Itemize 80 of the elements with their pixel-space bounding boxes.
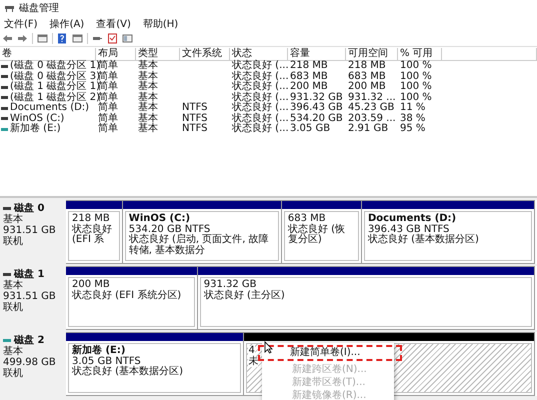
- table-cell-text: 基本: [137, 72, 159, 82]
- table-cell-text: 683 MB: [289, 72, 329, 82]
- table-cell-text: 200 MB: [347, 82, 387, 92]
- partition-info: 534.20 GB NTFS: [128, 224, 210, 234]
- table-cell-text: 状态良好 (...: [231, 82, 288, 92]
- partition-info: 200 MB: [72, 279, 110, 290]
- table-cell-text: 简单: [97, 124, 119, 134]
- table-cell-text: 100 %: [399, 61, 433, 72]
- table-cell-text: 534.20 GB: [289, 114, 344, 124]
- table-cell-text: 状态良好 (...: [231, 72, 288, 82]
- disk-size: 931.51 GB: [3, 225, 57, 236]
- table-cell-text: 203.59 ...: [347, 114, 397, 124]
- partition-info: 状态良好 (恢复分区): [288, 224, 345, 245]
- table-cell-text: 简单: [97, 114, 119, 124]
- table-cell-text: 931.32 ...: [347, 92, 397, 102]
- disk-name: 磁盘 0: [14, 203, 44, 214]
- disk-status: 联机: [3, 236, 24, 247]
- partition-info: 状态良好 (启动, 页面文件, 故障转储, 基本数据分: [128, 234, 269, 256]
- table-cell-text: 状态良好 (...: [231, 114, 288, 124]
- table-cell-text: 200 MB: [289, 82, 329, 92]
- table-cell-text: 95 %: [399, 124, 426, 134]
- disk-status: 联机: [3, 368, 24, 379]
- partition-title: WinOS (C:): [128, 214, 192, 224]
- table-cell-text: NTFS: [181, 124, 209, 134]
- table-cell-text: (磁盘 0 磁盘分区 3): [10, 72, 100, 82]
- table-cell-text: 状态良好 (...: [231, 92, 288, 102]
- table-cell-text: 931.32 GB: [289, 92, 344, 102]
- table-cell-text: 状态良好 (...: [231, 61, 288, 71]
- disk-name: 磁盘 1: [14, 269, 44, 280]
- partition-info: 218 MB: [72, 213, 110, 224]
- disk-type: 基本: [3, 280, 24, 291]
- table-cell-text: 11 %: [399, 103, 426, 114]
- partition-info: 683 MB: [288, 213, 326, 224]
- partition-info: 状态良好 (基本数据分区): [72, 366, 183, 377]
- table-cell-text: Documents (D:): [10, 103, 90, 113]
- partition-info: 未: [248, 356, 258, 367]
- table-cell-text: 基本: [137, 61, 159, 71]
- disk-name: 磁盘 2: [14, 335, 44, 346]
- disk-type: 基本: [3, 214, 24, 225]
- table-cell-text: 基本: [137, 103, 159, 113]
- partition-info: 状态良好 (基本数据分区): [368, 234, 479, 245]
- table-cell-text: 396.43 GB: [289, 103, 344, 114]
- table-cell-text: 100 %: [399, 72, 433, 82]
- table-cell-text: 基本: [137, 82, 159, 92]
- disk-status: 联机: [3, 302, 24, 313]
- table-cell-text: 3.05 GB: [289, 124, 332, 134]
- table-cell: 新加卷 (E:): [10, 124, 61, 134]
- table-cell-text: 简单: [97, 103, 119, 113]
- table-cell-text: 683 MB: [347, 72, 387, 82]
- table-cell-text: 2.91 GB: [347, 124, 390, 134]
- table-cell-text: 100 %: [399, 92, 433, 102]
- partition-title: 新加卷 (E:): [72, 346, 126, 356]
- table-cell-text: (磁盘 0 磁盘分区 1): [10, 61, 100, 71]
- table-cell-text: 218 MB: [347, 61, 387, 72]
- partition-info: 状态良好 (主分区): [204, 290, 285, 300]
- partition-info: 396.43 GB NTFS: [368, 224, 450, 234]
- window-title: 磁盘管理: [19, 2, 59, 15]
- table-cell-text: NTFS: [181, 114, 209, 124]
- table-cell-text: NTFS: [181, 103, 209, 114]
- table-cell-text: 38 %: [399, 114, 426, 124]
- table-cell-text: 218 MB: [289, 61, 329, 72]
- table-cell-text: 45.23 GB: [347, 103, 396, 114]
- partition-info: 状态良好 (EFI 系统分区): [72, 290, 182, 300]
- table-cell-text: 基本: [137, 124, 159, 134]
- partition-title: Documents (D:): [368, 214, 458, 224]
- table-cell-text: 基本: [137, 114, 159, 124]
- disk-size: 499.98 GB: [3, 357, 57, 368]
- table-cell-text: (磁盘 1 磁盘分区 2): [10, 92, 100, 102]
- table-cell-text: 状态良好 (...: [231, 103, 288, 113]
- table-cell-text: WinOS (C:): [10, 114, 64, 124]
- partition-info: 4: [248, 346, 255, 356]
- partition-info: 状态良好 (EFI 系: [72, 224, 112, 245]
- partition-info: 3.05 GB NTFS: [72, 356, 141, 366]
- table-cell-text: 100 %: [399, 82, 433, 92]
- table-cell-text: (磁盘 1 磁盘分区 1): [10, 82, 100, 92]
- table-cell-text: 基本: [137, 92, 159, 102]
- disk-type: 基本: [3, 346, 24, 357]
- partition-info: 931.32 GB: [204, 279, 257, 290]
- table-cell-text: 状态良好 (...: [231, 124, 288, 134]
- disk-size: 931.51 GB: [3, 291, 57, 302]
